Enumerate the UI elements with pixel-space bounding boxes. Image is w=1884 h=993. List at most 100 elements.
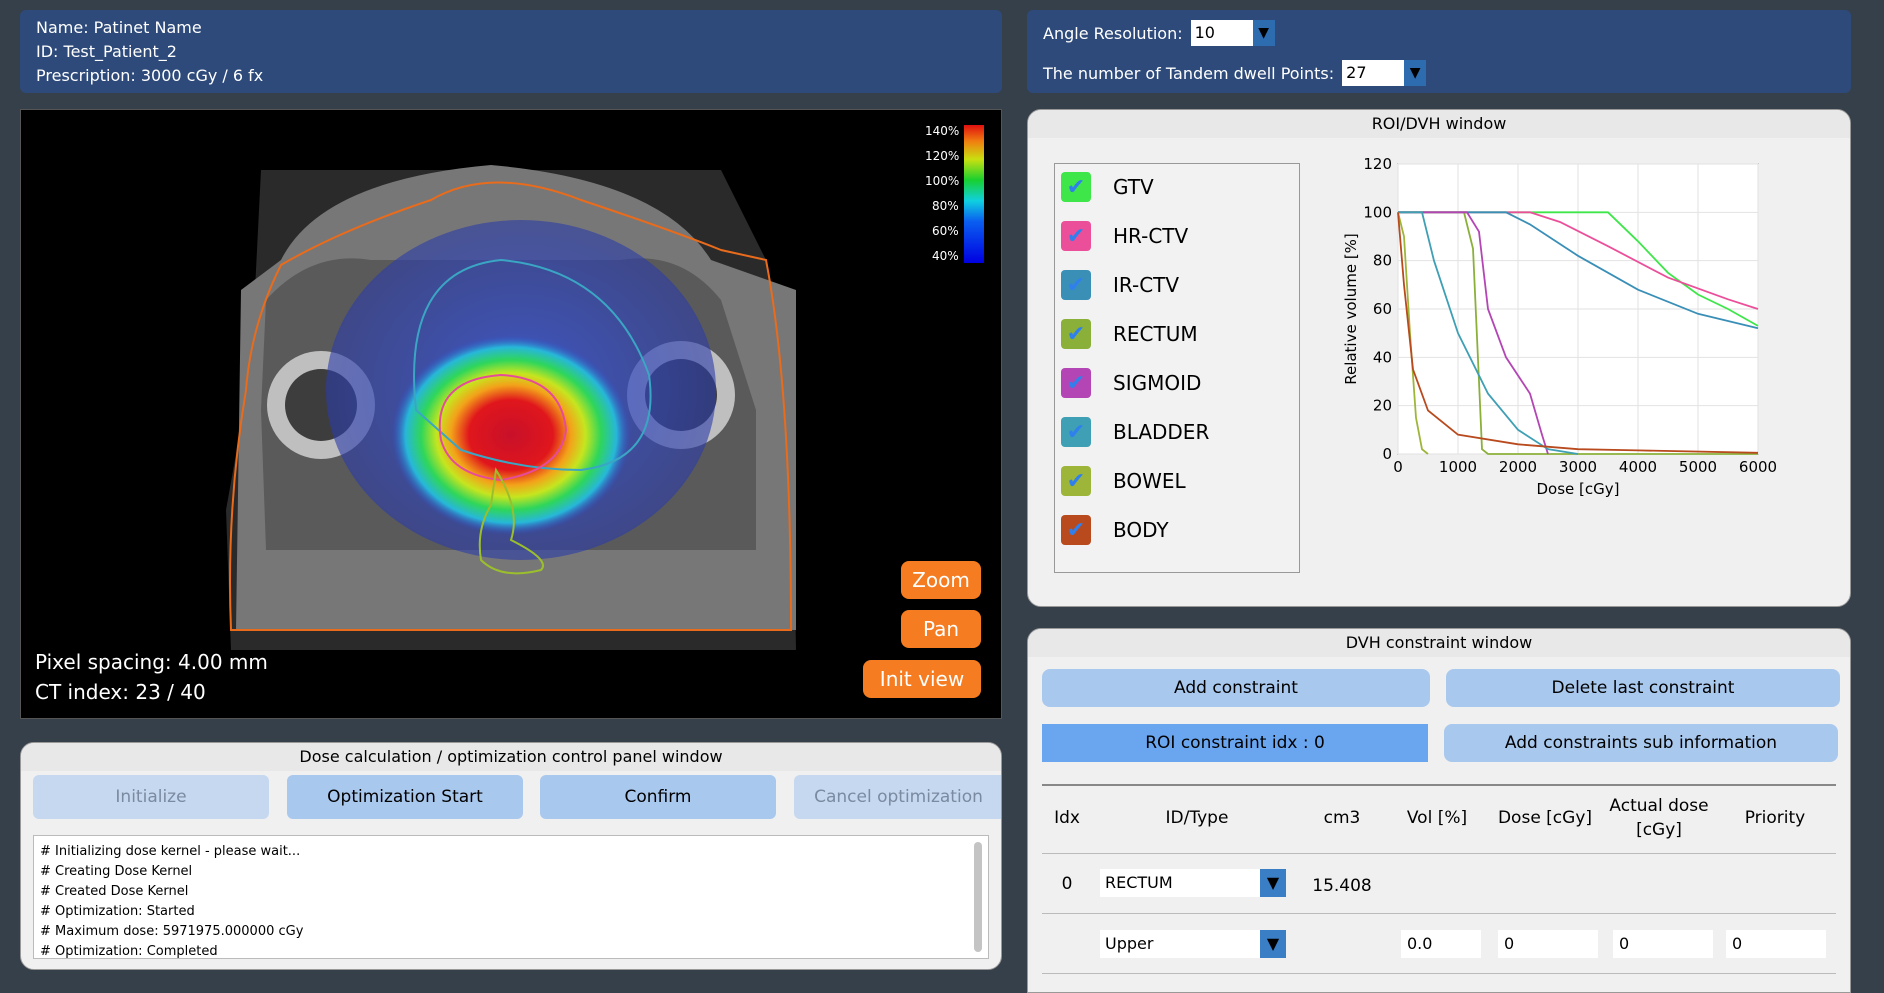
settings-panel: Angle Resolution: 10 ▼ The number of Tan… [1027,10,1851,93]
colorbar-label: 140% [925,124,960,138]
roi-item[interactable]: ✔ HR-CTV [1061,219,1188,253]
roi-item[interactable]: ✔ BLADDER [1061,415,1209,449]
vol-input[interactable]: 0.0 [1401,930,1481,958]
patient-id: ID: Test_Patient_2 [36,42,177,61]
pan-button[interactable]: Pan [901,610,981,648]
roi-checkbox[interactable]: ✔ [1061,466,1091,496]
header-priority: Priority [1744,808,1806,828]
angle-resolution-select[interactable]: 10 ▼ [1190,20,1275,46]
roi-checkbox[interactable]: ✔ [1061,319,1091,349]
dvh-window-title: DVH constraint window [1028,629,1850,657]
delete-last-constraint-button[interactable]: Delete last constraint [1446,669,1840,707]
chevron-down-icon[interactable]: ▼ [1252,20,1275,46]
y-tick-label: 120 [1363,155,1392,173]
roi-checkbox[interactable]: ✔ [1061,270,1091,300]
x-tick-label: 5000 [1679,458,1717,476]
header-dose: Dose [cGy] [1497,808,1593,828]
colorbar-label: 100% [925,174,960,188]
roi-constraint-idx-button[interactable]: ROI constraint idx : 0 [1042,724,1428,762]
init-view-button[interactable]: Init view [863,660,981,698]
roi-dvh-window: ROI/DVH window ✔ GTV ✔ HR-CTV ✔ IR-CTV ✔ RECTUM… [1027,109,1851,607]
chevron-down-icon[interactable]: ▼ [1404,60,1427,86]
x-tick-label: 6000 [1739,458,1777,476]
tandem-points-select[interactable]: 27 ▼ [1342,60,1427,86]
roi-item[interactable]: ✔ BODY [1061,513,1169,547]
table-header: Idx ID/Type cm3 Vol [%] Dose [cGy] Actua… [1042,784,1836,854]
check-icon: ✔ [1066,174,1086,200]
roi-label: SIGMOID [1113,371,1202,395]
log-scrollbar[interactable] [974,842,982,952]
patient-name: Name: Patinet Name [36,18,202,37]
log-line: # Creating Dose Kernel [40,864,193,879]
roi-checkbox[interactable]: ✔ [1061,221,1091,251]
roi-item[interactable]: ✔ GTV [1061,170,1154,204]
roi-item[interactable]: ✔ BOWEL [1061,464,1186,498]
log-line: # Maximum dose: 5971975.000000 cGy [40,924,304,939]
roi-checkbox[interactable]: ✔ [1061,172,1091,202]
log-line: # Initializing dose kernel - please wait… [40,844,301,859]
check-icon: ✔ [1066,223,1086,249]
roi-window-title: ROI/DVH window [1028,110,1850,138]
priority-input[interactable]: 0 [1726,930,1826,958]
dvh-constraint-window: DVH constraint window Add constraint Del… [1027,628,1851,993]
check-icon: ✔ [1066,517,1086,543]
roi-item[interactable]: ✔ RECTUM [1061,317,1198,351]
angle-resolution-label: Angle Resolution: [1043,23,1183,43]
colorbar-label: 80% [932,199,959,213]
log-line: # Optimization: Started [40,904,195,919]
header-cm3: cm3 [1323,808,1361,828]
add-constraint-button[interactable]: Add constraint [1042,669,1430,707]
control-panel-title: Dose calculation / optimization control … [21,743,1001,771]
y-axis-label: Relative volume [%] [1342,233,1360,385]
roi-label: RECTUM [1113,322,1198,346]
roi-select-value: RECTUM [1100,869,1260,897]
header-vol: Vol [%] [1406,808,1468,828]
add-sub-info-button[interactable]: Add constraints sub information [1444,724,1838,762]
roi-checkbox[interactable]: ✔ [1061,417,1091,447]
y-tick-label: 100 [1363,203,1392,221]
ct-slice-image [226,125,984,650]
check-icon: ✔ [1066,468,1086,494]
y-tick-label: 20 [1373,397,1392,415]
cancel-optimization-button[interactable]: Cancel optimization [794,775,1001,819]
x-axis-label: Dose [cGy] [1537,480,1620,498]
check-icon: ✔ [1066,272,1086,298]
ct-index-readout: CT index: 23 / 40 [35,680,206,704]
initialize-button[interactable]: Initialize [33,775,269,819]
control-panel-window: Dose calculation / optimization control … [20,742,1002,970]
log-line: # Created Dose Kernel [40,884,189,899]
roi-label: IR-CTV [1113,273,1180,297]
roi-select[interactable]: RECTUM ▼ [1100,869,1286,897]
patient-info-panel: Name: Patinet Name ID: Test_Patient_2 Pr… [20,10,1002,93]
pixel-spacing-readout: Pixel spacing: 4.00 mm [35,650,268,674]
row-idx: 0 [1061,874,1073,894]
check-icon: ✔ [1066,321,1086,347]
optimization-start-button[interactable]: Optimization Start [287,775,523,819]
roi-label: BODY [1113,518,1169,542]
roi-item[interactable]: ✔ SIGMOID [1061,366,1201,400]
zoom-button[interactable]: Zoom [901,561,981,599]
confirm-button[interactable]: Confirm [540,775,776,819]
y-tick-label: 0 [1382,445,1392,463]
ct-image-viewer[interactable]: 140% 120% 100% 80% 60% 40% Pixel spacing… [20,109,1002,719]
actual-dose-input[interactable]: 0 [1613,930,1713,958]
roi-label: BOWEL [1113,469,1186,493]
table-row: 0 RECTUM ▼ 15.408 [1042,854,1836,914]
y-tick-label: 60 [1373,300,1392,318]
roi-checkbox[interactable]: ✔ [1061,515,1091,545]
tandem-points-label: The number of Tandem dwell Points: [1043,63,1335,83]
roi-item[interactable]: ✔ IR-CTV [1061,268,1179,302]
header-idx: Idx [1054,808,1080,828]
chevron-down-icon[interactable]: ▼ [1260,869,1286,897]
angle-resolution-value: 10 [1190,20,1253,46]
roi-checkbox[interactable]: ✔ [1061,368,1091,398]
header-actual-dose: Actual dose [cGy] [1609,796,1709,840]
x-tick-label: 2000 [1499,458,1537,476]
dose-input[interactable]: 0 [1498,930,1598,958]
type-select-value: Upper [1100,930,1260,958]
type-select[interactable]: Upper ▼ [1100,930,1286,958]
chevron-down-icon[interactable]: ▼ [1260,930,1286,958]
prescription: Prescription: 3000 cGy / 6 fx [36,66,264,85]
x-tick-label: 1000 [1439,458,1477,476]
check-icon: ✔ [1066,419,1086,445]
